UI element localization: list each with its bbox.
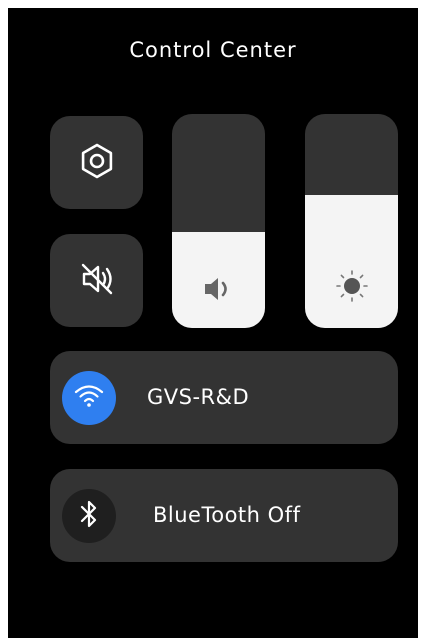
bluetooth-status-label: BlueTooth Off	[153, 503, 301, 527]
mute-toggle-button[interactable]	[50, 234, 143, 327]
brightness-slider[interactable]	[305, 114, 398, 328]
speaker-muted-icon	[78, 260, 116, 302]
bluetooth-toggle-button[interactable]	[62, 489, 116, 543]
wifi-icon	[74, 383, 104, 413]
settings-button[interactable]	[50, 116, 143, 209]
control-center-screen: Control Center GVS-R&D BlueTooth Off	[8, 8, 418, 638]
page-title: Control Center	[129, 38, 297, 62]
brightness-slider-fill	[305, 195, 398, 328]
speaker-volume-icon	[172, 276, 265, 302]
wifi-network-name: GVS-R&D	[147, 385, 250, 409]
volume-slider[interactable]	[172, 114, 265, 328]
wifi-row[interactable]: GVS-R&D	[50, 351, 398, 444]
bluetooth-icon	[79, 499, 99, 533]
wifi-toggle-button[interactable]	[62, 371, 116, 425]
sun-brightness-icon	[305, 270, 398, 302]
bluetooth-row[interactable]: BlueTooth Off	[50, 469, 398, 562]
hexagon-settings-icon	[79, 143, 115, 183]
